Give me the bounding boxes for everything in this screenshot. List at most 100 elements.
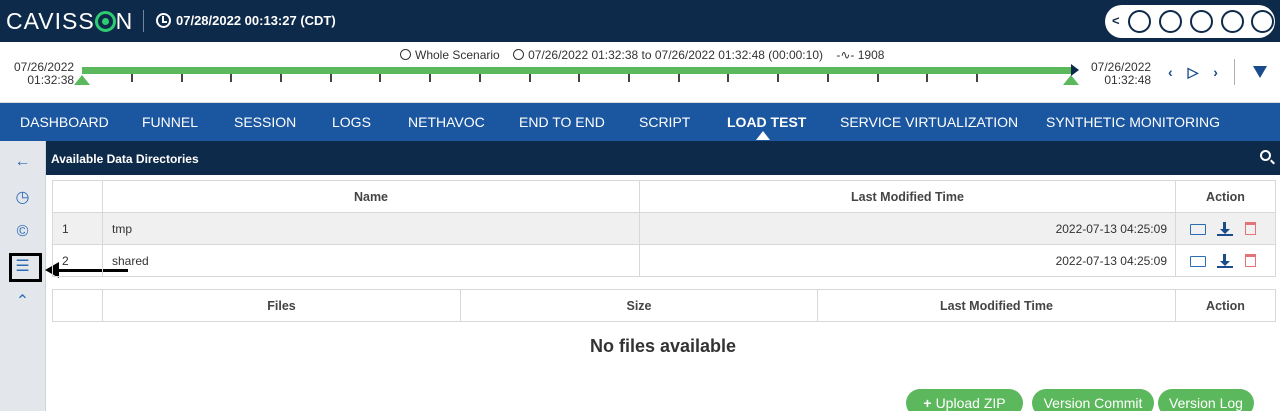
timeline-slider[interactable] [82, 67, 1074, 74]
timeline-tick [280, 74, 282, 82]
upload-zip-button[interactable]: + Upload ZIP [906, 389, 1023, 411]
timeline-tick [330, 74, 332, 82]
start-handle[interactable] [74, 75, 90, 85]
scenario-label: Whole Scenario [415, 48, 500, 62]
header-toolbar: < [1105, 5, 1275, 38]
timeline-tick [181, 74, 183, 82]
timeline-tick [926, 74, 928, 82]
timeline-tick [877, 74, 879, 82]
folder-open-icon[interactable] [1190, 256, 1206, 268]
start-time: 01:32:38 [27, 73, 75, 87]
directories-table: Name Last Modified Time Action 1 tmp 202… [52, 180, 1276, 277]
screen-icon[interactable] [1251, 10, 1274, 33]
back-arrow-icon[interactable]: ← [14, 153, 31, 170]
table-row[interactable]: 2 shared 2022-07-13 04:25:09 [52, 244, 1276, 277]
end-time: 01:32:48 [1104, 73, 1152, 87]
nav-end-to-end[interactable]: END TO END [519, 114, 605, 130]
download-icon[interactable] [1217, 253, 1234, 268]
table-row[interactable]: 1 tmp 2022-07-13 04:25:09 [52, 212, 1276, 245]
filter-icon[interactable] [1253, 66, 1267, 78]
timeline-tick [628, 74, 630, 82]
nav-script[interactable]: SCRIPT [639, 114, 690, 130]
timeline-start: 07/26/2022 01:32:38 [14, 61, 74, 87]
time-range: 07/26/2022 01:32:38 to 07/26/2022 01:32:… [528, 48, 823, 62]
end-flag-icon [1071, 64, 1079, 76]
timeline-tick [777, 74, 779, 82]
files-table: Files Size Last Modified Time Action [52, 289, 1276, 322]
top-header: CAVISS N 07/28/2022 00:13:27 (CDT) < [0, 0, 1280, 42]
trash-icon[interactable] [1244, 254, 1256, 268]
col-action: Action [1175, 180, 1276, 213]
empty-state: No files available [589, 336, 737, 356]
search-icon[interactable] [1260, 150, 1271, 161]
user-icon[interactable] [1221, 10, 1244, 33]
tools-icon[interactable] [1128, 10, 1151, 33]
version-commit-button[interactable]: Version Commit [1032, 389, 1154, 411]
timeline-end: 07/26/2022 01:32:48 [1091, 61, 1151, 87]
nav-logs[interactable]: LOGS [332, 114, 371, 130]
prev-icon[interactable]: ‹ [1168, 64, 1173, 80]
header-divider [143, 10, 144, 32]
nav-session[interactable]: SESSION [234, 114, 296, 130]
directory-name[interactable]: shared [102, 244, 640, 277]
directory-name[interactable]: tmp [102, 212, 640, 245]
nav-synthetic-monitoring[interactable]: SYNTHETIC MONITORING [1046, 114, 1220, 130]
main-nav: DASHBOARD FUNNEL SESSION LOGS NETHAVOC E… [0, 103, 1280, 141]
clock-icon [156, 13, 171, 28]
chevron-left-icon[interactable]: < [1112, 13, 1120, 28]
download-icon[interactable] [1217, 221, 1234, 236]
clock-icon [400, 49, 411, 60]
row-actions [1175, 212, 1276, 245]
panel-header: Available Data Directories [46, 141, 1280, 175]
modified-time: 2022-07-13 04:25:09 [639, 244, 1176, 277]
monitor-icon[interactable] [1190, 10, 1213, 33]
timeline-tick [976, 74, 978, 82]
timeline-tick [529, 74, 531, 82]
row-actions [1175, 244, 1276, 277]
col-action: Action [1175, 289, 1276, 322]
timeline-nav: ‹ ▷ › [1168, 64, 1229, 81]
sample-count: 1908 [857, 48, 885, 62]
timeline-tick [479, 74, 481, 82]
col-index [52, 180, 103, 213]
modified-time: 2022-07-13 04:25:09 [639, 212, 1176, 245]
col-last-modified[interactable]: Last Modified Time [817, 289, 1176, 322]
copyright-icon[interactable]: © [14, 223, 31, 240]
end-handle[interactable] [1063, 75, 1079, 85]
nav-funnel[interactable]: FUNNEL [142, 114, 198, 130]
clock-icon[interactable]: ◷ [14, 189, 31, 206]
col-files[interactable]: Files [102, 289, 461, 322]
nav-nethavoc[interactable]: NETHAVOC [408, 114, 485, 130]
chevron-up-circle-icon[interactable]: ⌃ [14, 293, 31, 310]
play-icon[interactable]: ▷ [1188, 64, 1199, 80]
nav-load-test[interactable]: LOAD TEST [727, 114, 806, 130]
nav-dashboard[interactable]: DASHBOARD [20, 114, 109, 130]
version-log-button[interactable]: Version Log [1158, 389, 1254, 411]
timeline-tick [429, 74, 431, 82]
row-index: 1 [52, 212, 103, 245]
col-name[interactable]: Name [102, 180, 640, 213]
pulse-icon: -∿- [836, 48, 855, 62]
bell-icon[interactable] [1159, 10, 1182, 33]
folder-open-icon[interactable] [1190, 224, 1206, 236]
trash-icon[interactable] [1244, 222, 1256, 236]
timeline-tick [379, 74, 381, 82]
timeline-tick [727, 74, 729, 82]
timeline-tick [827, 74, 829, 82]
col-last-modified[interactable]: Last Modified Time [639, 180, 1176, 213]
timeline-bar: Whole Scenario 07/26/2022 01:32:38 to 07… [0, 42, 1280, 103]
active-tab-caret [756, 131, 770, 140]
timeline-info: Whole Scenario 07/26/2022 01:32:38 to 07… [400, 48, 894, 62]
cavisson-logo: CAVISS N [6, 8, 134, 34]
col-index [52, 289, 103, 322]
nav-service-virtualization[interactable]: SERVICE VIRTUALIZATION [840, 114, 1018, 130]
current-datetime: 07/28/2022 00:13:27 (CDT) [176, 13, 336, 28]
next-icon[interactable]: › [1213, 64, 1218, 80]
timeline-tick [678, 74, 680, 82]
divider [1234, 59, 1235, 85]
col-size[interactable]: Size [460, 289, 818, 322]
panel-title: Available Data Directories [51, 152, 199, 166]
upload-zip-label: Upload ZIP [935, 395, 1006, 411]
timeline-tick [230, 74, 232, 82]
timeline-tick [131, 74, 133, 82]
